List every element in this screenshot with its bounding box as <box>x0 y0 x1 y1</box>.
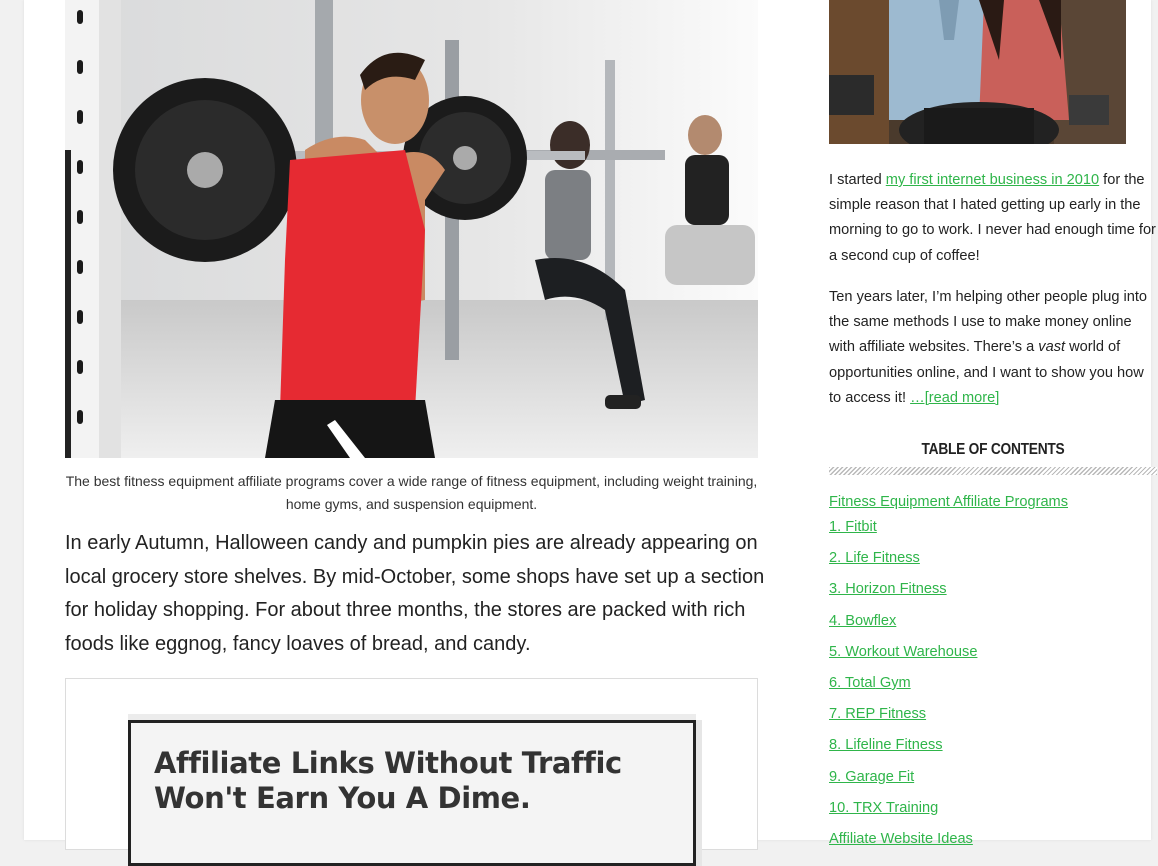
author-bio-paragraph-2: Ten years later, I’m helping other peopl… <box>829 285 1158 411</box>
toc-item: 1. Fitbit <box>829 515 1158 546</box>
toc-link-horizon-fitness[interactable]: 3. Horizon Fitness <box>829 581 947 597</box>
toc-item: Affiliate Website Ideas <box>829 827 1158 858</box>
toc-heading: TABLE OF CONTENTS <box>921 441 1065 458</box>
toc-link-bowflex[interactable]: 4. Bowflex <box>829 613 896 629</box>
promo-box: Affiliate Links Without Traffic Won't Ea… <box>128 720 696 866</box>
toc-link-fitbit[interactable]: 1. Fitbit <box>829 519 877 535</box>
promo-title: Affiliate Links Without Traffic Won't Ea… <box>154 746 622 815</box>
toc-link-affiliate-programs[interactable]: Fitness Equipment Affiliate Programs <box>829 494 1068 510</box>
toc-list: Fitness Equipment Affiliate Programs 1. … <box>829 490 1158 858</box>
toc-link-rep-fitness[interactable]: 7. REP Fitness <box>829 706 926 722</box>
toc-divider <box>829 467 1157 475</box>
toc-link-workout-warehouse[interactable]: 5. Workout Warehouse <box>829 644 977 660</box>
author-photo <box>829 0 1126 144</box>
toc-link-life-fitness[interactable]: 2. Life Fitness <box>829 550 920 566</box>
toc-item: 9. Garage Fit <box>829 765 1158 796</box>
toc-link-website-ideas[interactable]: Affiliate Website Ideas <box>829 831 973 847</box>
author-bio-paragraph-1: I started my first internet business in … <box>829 168 1158 269</box>
toc-item: Fitness Equipment Affiliate Programs <box>829 490 1158 515</box>
toc-item: 2. Life Fitness <box>829 546 1158 577</box>
read-more-link[interactable]: …[read more] <box>910 390 999 406</box>
hero-image-caption: The best fitness equipment affiliate pro… <box>65 473 758 512</box>
intro-paragraph: In early Autumn, Halloween candy and pum… <box>65 532 765 655</box>
toc-item: 10. TRX Training <box>829 796 1158 827</box>
toc-link-lifeline-fitness[interactable]: 8. Lifeline Fitness <box>829 737 943 753</box>
toc-item: 5. Workout Warehouse <box>829 640 1158 671</box>
promo-card: Affiliate Links Without Traffic Won't Ea… <box>65 678 758 866</box>
toc-link-trx-training[interactable]: 10. TRX Training <box>829 800 938 816</box>
toc-item: 3. Horizon Fitness <box>829 577 1158 608</box>
page-container: The best fitness equipment affiliate pro… <box>24 0 1157 866</box>
toc-link-total-gym[interactable]: 6. Total Gym <box>829 675 911 691</box>
toc-item: 8. Lifeline Fitness <box>829 733 1158 764</box>
toc-link-garage-fit[interactable]: 9. Garage Fit <box>829 769 914 785</box>
first-business-link[interactable]: my first internet business in 2010 <box>886 172 1099 188</box>
bio-2-emphasis: vast <box>1038 339 1066 356</box>
toc-item: 7. REP Fitness <box>829 702 1158 733</box>
hero-image-gym-squat <box>65 0 758 458</box>
toc-item: 6. Total Gym <box>829 671 1158 702</box>
toc-item: 4. Bowflex <box>829 609 1158 640</box>
bio-1-before: I started <box>829 172 886 188</box>
